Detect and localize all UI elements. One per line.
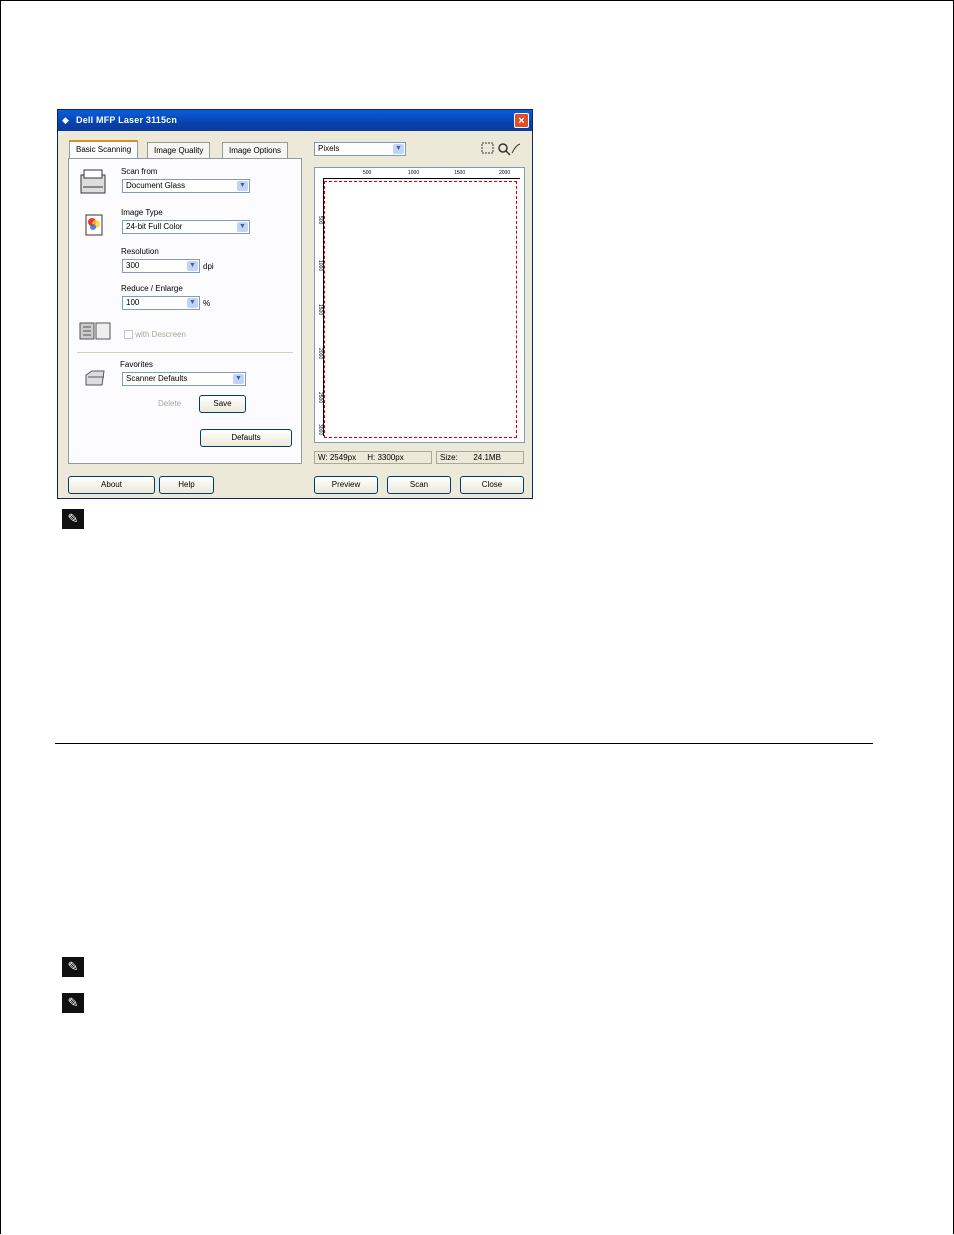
folder-icon bbox=[84, 367, 108, 395]
note-icon: ✎ bbox=[62, 509, 84, 529]
resolution-unit: dpi bbox=[203, 262, 214, 271]
scan-from-select[interactable]: Document Glass ▼ bbox=[122, 179, 250, 193]
title-bar[interactable]: ◆ Dell MFP Laser 3115cn × bbox=[58, 110, 532, 131]
ruler-left-label: 1000 bbox=[317, 260, 323, 272]
reduce-enlarge-select[interactable]: 100 ▼ bbox=[122, 296, 200, 310]
ruler-left-label: 2500 bbox=[317, 392, 323, 404]
help-button[interactable]: Help bbox=[159, 476, 214, 494]
selection-icon[interactable] bbox=[481, 141, 495, 157]
delete-button[interactable]: Delete bbox=[158, 399, 181, 408]
reduce-enlarge-value: 100 bbox=[126, 298, 140, 307]
scan-button[interactable]: Scan bbox=[387, 476, 451, 494]
scan-area-selection[interactable] bbox=[324, 181, 517, 438]
close-icon[interactable]: × bbox=[514, 113, 529, 128]
dell-icon: ◆ bbox=[62, 115, 69, 125]
color-image-icon bbox=[83, 211, 105, 241]
ruler-left-label: 3000 bbox=[317, 424, 323, 436]
units-select[interactable]: Pixels ▼ bbox=[314, 142, 406, 156]
descreen-checkbox[interactable]: with Descreen bbox=[124, 330, 186, 340]
ruler-top-label: 1000 bbox=[408, 170, 420, 176]
ruler-left: 500 1000 1500 2000 2500 3000 bbox=[317, 178, 324, 436]
chevron-down-icon[interactable]: ▼ bbox=[187, 298, 198, 308]
ruler-left-label: 1500 bbox=[317, 304, 323, 316]
chevron-down-icon[interactable]: ▼ bbox=[187, 261, 198, 271]
basic-scanning-panel: Scan from Document Glass ▼ Image Type 24… bbox=[68, 158, 302, 464]
divider bbox=[77, 352, 293, 354]
ruler-top-label: 1500 bbox=[454, 170, 466, 176]
descreen-label: with Descreen bbox=[135, 330, 186, 339]
save-button[interactable]: Save bbox=[199, 395, 246, 413]
ruler-top-label: 500 bbox=[363, 170, 372, 176]
width-value: W: 2549px bbox=[318, 453, 357, 462]
ruler-top-label: 2000 bbox=[499, 170, 511, 176]
favorites-select[interactable]: Scanner Defaults ▼ bbox=[122, 372, 246, 386]
scanner-icon bbox=[79, 167, 107, 201]
scan-from-value: Document Glass bbox=[126, 181, 186, 190]
zoom-icon[interactable] bbox=[496, 141, 522, 159]
chevron-down-icon[interactable]: ▼ bbox=[393, 144, 404, 154]
defaults-button[interactable]: Defaults bbox=[200, 429, 292, 447]
ruler-top: 500 1000 1500 2000 bbox=[323, 170, 520, 179]
size-value: 24.1MB bbox=[473, 453, 501, 462]
ruler-left-label: 2000 bbox=[317, 348, 323, 360]
chevron-down-icon[interactable]: ▼ bbox=[233, 374, 244, 384]
size-label: Size: bbox=[440, 453, 458, 462]
resolution-label: Resolution bbox=[121, 247, 159, 256]
dimensions-status: W: 2549px H: 3300px bbox=[314, 451, 432, 464]
note-icon: ✎ bbox=[62, 993, 84, 1013]
descreen-icon bbox=[79, 321, 111, 345]
image-type-value: 24-bit Full Color bbox=[126, 222, 183, 231]
checkbox-icon bbox=[124, 330, 133, 340]
preview-area[interactable]: 500 1000 1500 2000 500 1000 1500 2000 25… bbox=[314, 167, 525, 443]
tab-image-options[interactable]: Image Options bbox=[222, 142, 289, 158]
image-type-label: Image Type bbox=[121, 208, 163, 217]
scanner-dialog: ◆ Dell MFP Laser 3115cn × Basic Scanning… bbox=[57, 109, 533, 499]
favorites-label: Favorites bbox=[120, 360, 153, 369]
reduce-enlarge-label: Reduce / Enlarge bbox=[121, 284, 183, 293]
preview-button[interactable]: Preview bbox=[314, 476, 378, 494]
height-value: H: 3300px bbox=[367, 453, 404, 462]
favorites-value: Scanner Defaults bbox=[126, 374, 188, 383]
scan-from-label: Scan from bbox=[121, 167, 158, 176]
section-divider bbox=[55, 743, 873, 744]
image-type-select[interactable]: 24-bit Full Color ▼ bbox=[122, 220, 250, 234]
chevron-down-icon[interactable]: ▼ bbox=[237, 181, 248, 191]
ruler-left-label: 500 bbox=[317, 216, 323, 225]
resolution-select[interactable]: 300 ▼ bbox=[122, 259, 200, 273]
size-status: Size: 24.1MB bbox=[436, 451, 524, 464]
dialog-title: Dell MFP Laser 3115cn bbox=[76, 115, 178, 125]
units-value: Pixels bbox=[318, 144, 340, 153]
note-icon: ✎ bbox=[62, 957, 84, 977]
chevron-down-icon[interactable]: ▼ bbox=[237, 222, 248, 232]
tab-image-quality[interactable]: Image Quality bbox=[147, 142, 211, 158]
reduce-enlarge-unit: % bbox=[203, 299, 211, 308]
tab-basic-scanning[interactable]: Basic Scanning bbox=[69, 140, 139, 159]
about-button[interactable]: About bbox=[68, 476, 155, 494]
close-button[interactable]: Close bbox=[460, 476, 524, 494]
resolution-value: 300 bbox=[126, 261, 140, 270]
